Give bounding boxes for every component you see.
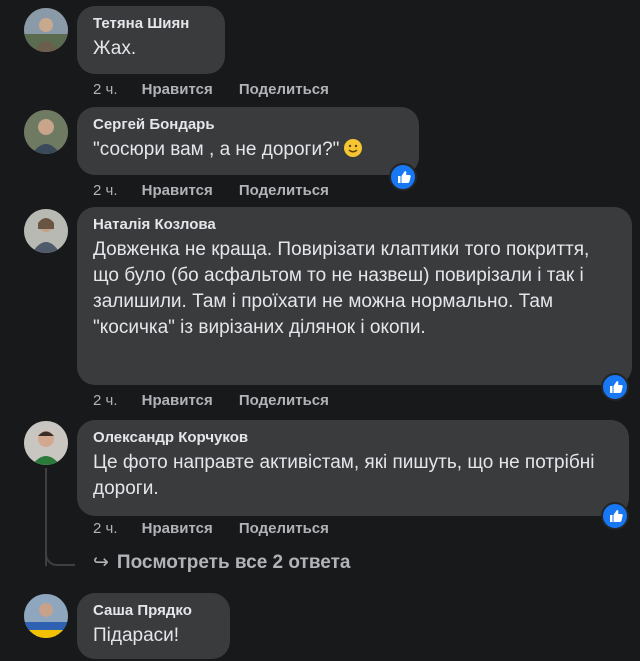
like-reaction-icon[interactable] [389, 163, 417, 191]
like-action[interactable]: Нравится [142, 520, 213, 537]
thread-connector [45, 540, 75, 566]
avatar[interactable] [24, 594, 68, 638]
comment-text-content: "сосюри вам , а не дороги?" [93, 139, 340, 160]
reply-action[interactable]: Поделиться [239, 392, 329, 409]
avatar[interactable] [24, 209, 68, 253]
like-reaction-icon[interactable] [601, 373, 629, 401]
view-replies-label: Посмотреть все 2 ответа [116, 552, 351, 573]
slightly-smiling-face-icon [344, 139, 363, 157]
comment-bubble: Олександр Корчуков Це фото направте акти… [77, 420, 629, 516]
comment-author[interactable]: Олександр Корчуков [93, 429, 613, 447]
comment-author[interactable]: Сергей Бондарь [93, 116, 403, 134]
like-action[interactable]: Нравится [142, 392, 213, 409]
reply-action[interactable]: Поделиться [239, 520, 329, 537]
comment-bubble: Наталія Козлова Довженка не краща. Повир… [77, 207, 632, 385]
reply-action[interactable]: Поделиться [239, 182, 329, 199]
comment-meta: 2 ч. Нравится Поделиться [93, 520, 351, 538]
like-action[interactable]: Нравится [142, 182, 213, 199]
comment-bubble: Саша Прядко Підараси! [77, 593, 230, 659]
comment-bubble: Тетяна Шиян Жах. [77, 6, 225, 74]
avatar[interactable] [24, 110, 68, 154]
like-reaction-icon[interactable] [601, 502, 629, 530]
comment-bubble: Сергей Бондарь "сосюри вам , а не дороги… [77, 107, 419, 175]
reply-arrow-icon: ↪ [93, 552, 109, 573]
comment-time[interactable]: 2 ч. [93, 520, 118, 537]
comment-text: "сосюри вам , а не дороги?" [93, 137, 403, 163]
reply-action[interactable]: Поделиться [239, 81, 329, 98]
comment-meta: 2 ч. Нравится Поделиться [93, 81, 351, 99]
comment-text: Підараси! [93, 625, 180, 646]
comment-time[interactable]: 2 ч. [93, 392, 118, 409]
comment-text: Довженка не краща. Повирізати клаптики т… [93, 239, 590, 338]
comment-time[interactable]: 2 ч. [93, 81, 118, 98]
comment-text: Жах. [93, 38, 137, 59]
comment-meta: 2 ч. Нравится Поделиться [93, 182, 351, 200]
comment-author[interactable]: Тетяна Шиян [93, 15, 209, 33]
avatar[interactable] [24, 8, 68, 52]
comment-meta: 2 ч. Нравится Поделиться [93, 392, 351, 410]
comment-author[interactable]: Саша Прядко [93, 602, 214, 620]
comment-author[interactable]: Наталія Козлова [93, 216, 616, 234]
comment-time[interactable]: 2 ч. [93, 182, 118, 199]
avatar[interactable] [24, 421, 68, 465]
comment-text: Це фото направте активістам, які пишуть,… [93, 452, 595, 499]
view-replies-link[interactable]: ↪ Посмотреть все 2 ответа [93, 552, 350, 574]
like-action[interactable]: Нравится [142, 81, 213, 98]
